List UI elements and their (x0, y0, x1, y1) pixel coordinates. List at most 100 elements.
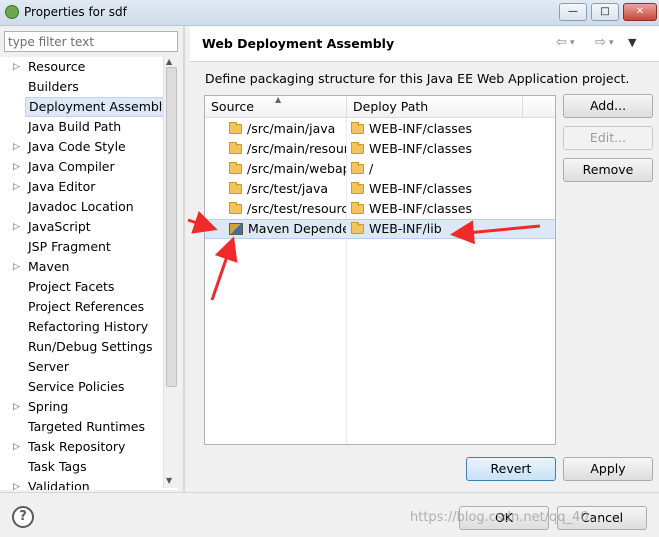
nav-item-deployment-assembly[interactable]: Deployment Assembly (0, 97, 174, 117)
nav-item-label: Java Editor (28, 179, 96, 194)
nav-item-label: Service Policies (28, 379, 125, 394)
folder-icon (351, 182, 364, 194)
expand-arrow-icon[interactable]: ▷ (13, 477, 20, 490)
nav-item-project-facets[interactable]: Project Facets (0, 277, 162, 297)
nav-item-resource[interactable]: ▷ Resource (0, 57, 162, 77)
nav-item-project-references[interactable]: Project References (0, 297, 162, 317)
forward-dropdown-icon[interactable]: ▾ (609, 38, 614, 48)
nav-item-maven[interactable]: ▷ Maven (0, 257, 162, 277)
apply-button[interactable]: Apply (563, 457, 653, 481)
folder-icon (351, 222, 364, 234)
nav-item-builders[interactable]: Builders (0, 77, 162, 97)
nav-item-spring[interactable]: ▷ Spring (0, 397, 162, 417)
nav-item-javadoc-location[interactable]: Javadoc Location (0, 197, 162, 217)
deploy-path-cell: WEB-INF/classes (351, 139, 551, 159)
nav-item-validation[interactable]: ▷ Validation (0, 477, 162, 490)
expand-arrow-icon[interactable]: ▷ (13, 57, 20, 77)
table-row[interactable]: /src/test/resourcesWEB-INF/classes (205, 199, 555, 219)
nav-item-targeted-runtimes[interactable]: Targeted Runtimes (0, 417, 162, 437)
maven-icon (229, 223, 243, 235)
expand-arrow-icon[interactable]: ▷ (13, 217, 20, 237)
nav-item-label: Run/Debug Settings (28, 339, 153, 354)
folder-icon (229, 122, 242, 134)
nav-item-server[interactable]: Server (0, 357, 162, 377)
folder-icon (351, 202, 364, 214)
table-row[interactable]: /src/main/webapp/ (205, 159, 555, 179)
nav-item-label: Builders (28, 79, 79, 94)
column-header-source[interactable]: Source ▲ (205, 96, 347, 118)
scroll-down-icon[interactable]: ▼ (166, 476, 172, 485)
pane-sash[interactable] (183, 26, 185, 492)
nav-item-java-compiler[interactable]: ▷ Java Compiler (0, 157, 162, 177)
expand-arrow-icon[interactable]: ▷ (13, 397, 20, 417)
sort-indicator-icon: ▲ (275, 95, 282, 104)
deploy-path-cell: WEB-INF/lib (351, 220, 551, 238)
close-button[interactable]: ✕ (623, 3, 657, 21)
add-button[interactable]: Add... (563, 94, 653, 118)
expand-arrow-icon[interactable]: ▷ (13, 137, 20, 157)
source-cell: Maven Dependencies (229, 220, 346, 238)
nav-item-jsp-fragment[interactable]: JSP Fragment (0, 237, 162, 257)
nav-item-javascript[interactable]: ▷ JavaScript (0, 217, 162, 237)
nav-item-run-debug-settings[interactable]: Run/Debug Settings (0, 337, 162, 357)
back-arrow-icon[interactable]: ⇦ (556, 35, 567, 50)
nav-item-label: JSP Fragment (28, 239, 111, 254)
tree-scrollbar[interactable]: ▲ ▼ (163, 57, 178, 488)
nav-item-label: Javadoc Location (28, 199, 134, 214)
expand-arrow-icon[interactable]: ▷ (13, 177, 20, 197)
nav-item-refactoring-history[interactable]: Refactoring History (0, 317, 162, 337)
nav-item-label: Project References (28, 299, 145, 314)
folder-icon (229, 202, 242, 214)
back-dropdown-icon[interactable]: ▾ (570, 38, 575, 48)
source-cell: /src/main/resources (229, 139, 346, 159)
watermark: https://blog.csdn.net/qq_40... (410, 510, 602, 525)
revert-button[interactable]: Revert (466, 457, 556, 481)
footer-separator (0, 492, 659, 493)
table-row[interactable]: Maven Dependencies WEB-INF/lib (205, 219, 555, 239)
deploy-path-cell: / (351, 159, 551, 179)
folder-icon (229, 182, 242, 194)
view-menu-icon[interactable]: ▼ (628, 36, 636, 49)
nav-item-java-editor[interactable]: ▷ Java Editor (0, 177, 162, 197)
scroll-thumb[interactable] (166, 67, 177, 387)
help-icon[interactable]: ? (12, 506, 34, 528)
deploy-path-cell: WEB-INF/classes (351, 119, 551, 139)
nav-item-label: Spring (28, 399, 69, 414)
folder-icon (351, 142, 364, 154)
table-row[interactable]: /src/test/java WEB-INF/classes (205, 179, 555, 199)
nav-item-task-repository[interactable]: ▷ Task Repository (0, 437, 162, 457)
folder-icon (351, 162, 364, 174)
folder-icon (229, 142, 242, 154)
window-title: Properties for sdf (24, 5, 127, 19)
property-page-tree: ▷ Resource Builders Deployment Assembly Java… (0, 57, 178, 490)
nav-item-task-tags[interactable]: Task Tags (0, 457, 162, 477)
minimize-button[interactable]: — (559, 3, 587, 21)
maximize-button[interactable]: □ (591, 3, 619, 21)
table-row[interactable]: /src/main/java WEB-INF/classes (205, 119, 555, 139)
edit-button[interactable]: Edit... (563, 126, 653, 150)
expand-arrow-icon[interactable]: ▷ (13, 437, 20, 457)
page-title: Web Deployment Assembly (202, 36, 395, 51)
forward-arrow-icon[interactable]: ⇨ (595, 35, 606, 50)
nav-item-label: Java Code Style (28, 139, 126, 154)
source-cell: /src/test/resources (229, 199, 346, 219)
table-row[interactable]: /src/main/resourcesWEB-INF/classes (205, 139, 555, 159)
column-header-deploy-path[interactable]: Deploy Path (347, 96, 523, 118)
expand-arrow-icon[interactable]: ▷ (13, 157, 20, 177)
nav-item-label: Refactoring History (28, 319, 149, 334)
nav-item-service-policies[interactable]: Service Policies (0, 377, 162, 397)
folder-icon (229, 162, 242, 174)
scroll-up-icon[interactable]: ▲ (166, 57, 172, 66)
nav-item-java-build-path[interactable]: Java Build Path (0, 117, 162, 137)
remove-button[interactable]: Remove (563, 158, 653, 182)
deploy-path-cell: WEB-INF/classes (351, 179, 551, 199)
page-description: Define packaging structure for this Java… (205, 71, 630, 86)
nav-item-java-code-style[interactable]: ▷ Java Code Style (0, 137, 162, 157)
nav-item-label: Maven (28, 259, 70, 274)
deployment-table[interactable]: Source ▲ Deploy Path /src/main/java WEB-I… (204, 95, 556, 445)
filter-input[interactable] (4, 31, 178, 52)
nav-item-label: Project Facets (28, 279, 115, 294)
expand-arrow-icon[interactable]: ▷ (13, 257, 20, 277)
source-cell: /src/main/webapp (229, 159, 346, 179)
nav-item-label: Java Build Path (28, 119, 122, 134)
